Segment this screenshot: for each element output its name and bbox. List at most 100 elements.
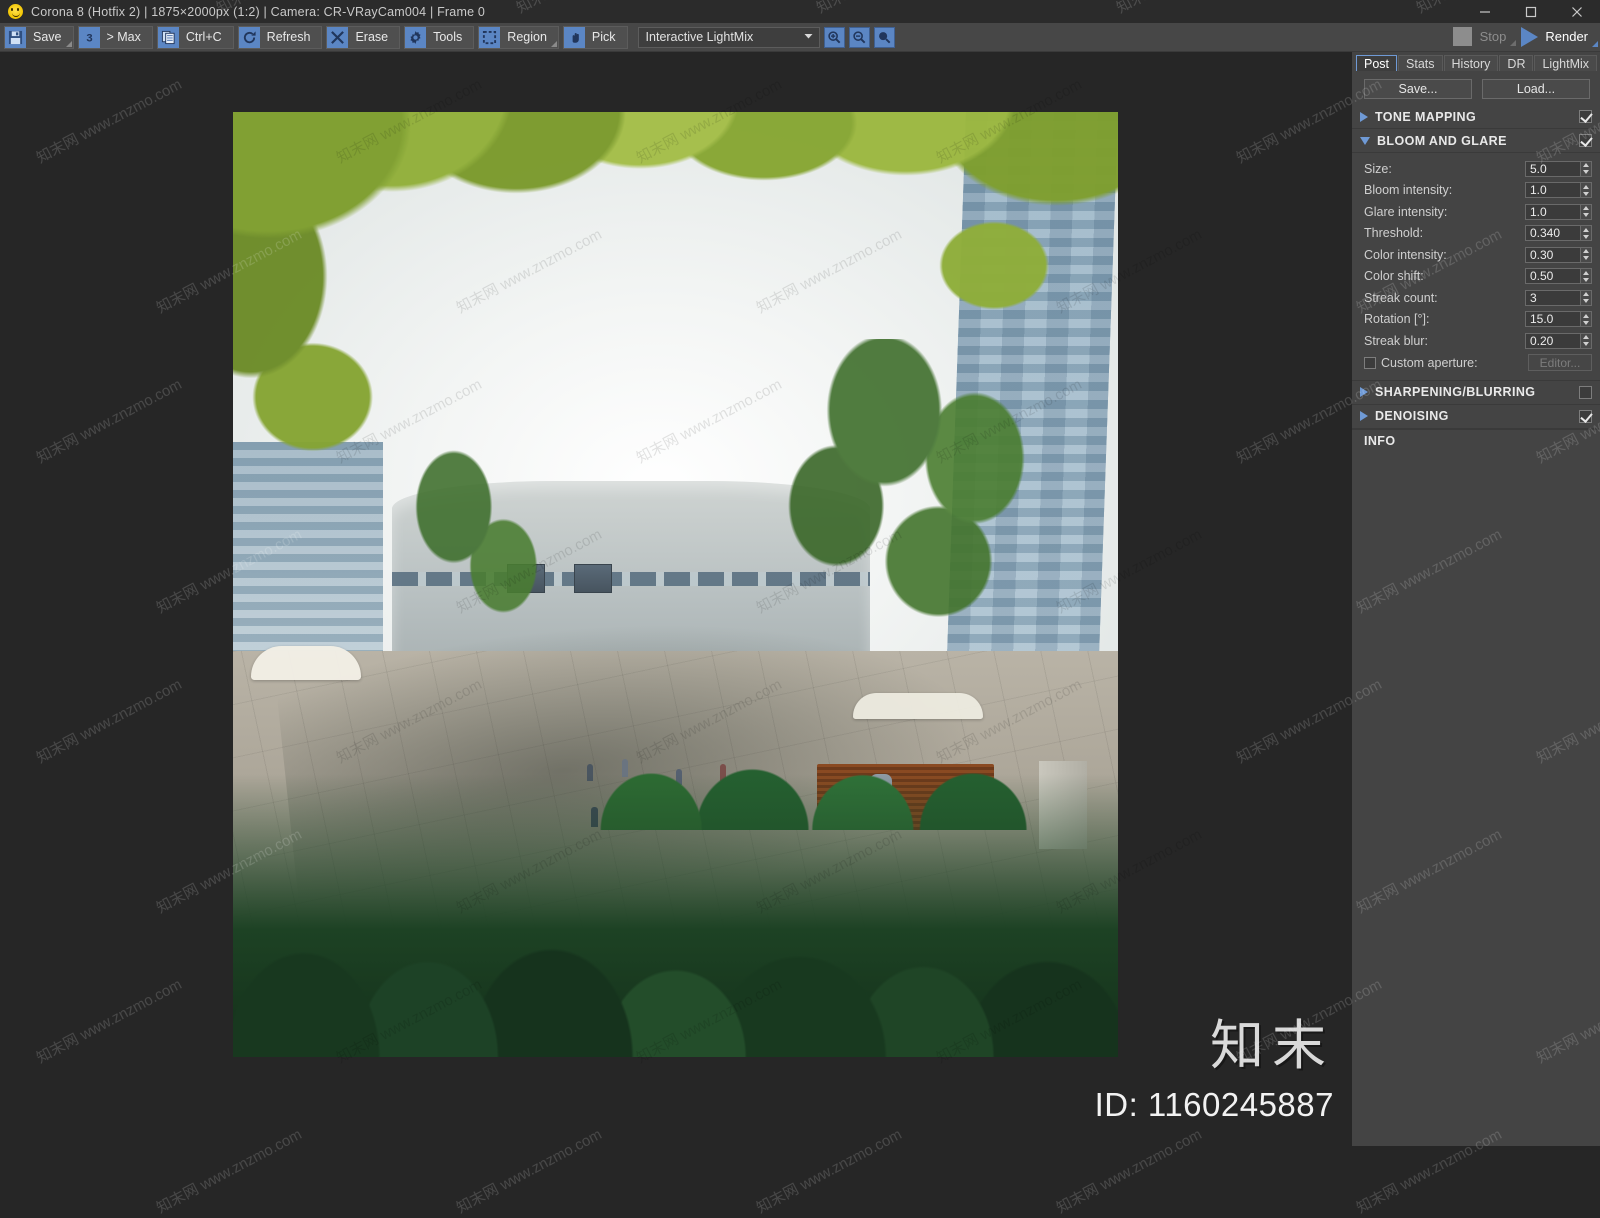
floppy-disk-icon bbox=[5, 26, 26, 48]
param-row-streak-count: Streak count: 3 bbox=[1364, 287, 1592, 309]
param-input-color-shift[interactable]: 0.50 bbox=[1525, 268, 1581, 285]
tab-lightmix-label: LightMix bbox=[1542, 56, 1590, 71]
render-button[interactable]: Render bbox=[1521, 25, 1598, 48]
tab-stats-label: Stats bbox=[1406, 56, 1435, 71]
param-row-streak-blur: Streak blur: 0.20 bbox=[1364, 330, 1592, 352]
window-title: Corona 8 (Hotfix 2) | 1875×2000px (1:2) … bbox=[31, 4, 486, 19]
tab-post[interactable]: Post bbox=[1356, 55, 1398, 71]
post-processing-panel: Post Stats History DR LightMix Save... L… bbox=[1352, 52, 1600, 1146]
section-tone-mapping[interactable]: TONE MAPPING bbox=[1352, 105, 1600, 129]
denoising-checkbox[interactable] bbox=[1579, 409, 1592, 423]
tab-history-label: History bbox=[1451, 56, 1491, 71]
rendered-image[interactable] bbox=[233, 112, 1118, 1057]
gear-icon bbox=[405, 26, 427, 48]
section-denoising[interactable]: DENOISING bbox=[1352, 405, 1600, 429]
window-controls bbox=[1462, 0, 1600, 23]
param-label-color-shift: Color shift: bbox=[1364, 269, 1424, 284]
param-spinner-color-shift[interactable] bbox=[1581, 268, 1592, 285]
brand-watermark: 知末 bbox=[1210, 1014, 1334, 1077]
send-to-max-label: > Max bbox=[106, 30, 141, 44]
preset-save-load-bar: Save... Load... bbox=[1352, 71, 1600, 105]
region-button[interactable]: Region bbox=[478, 25, 559, 49]
lightmix-select[interactable]: Interactive LightMix bbox=[637, 26, 820, 48]
copy-button-label: Ctrl+C bbox=[185, 30, 222, 44]
refresh-button-label: Refresh bbox=[266, 30, 311, 44]
param-input-glare-intensity[interactable]: 1.0 bbox=[1525, 203, 1581, 220]
param-row-custom-aperture: Custom aperture: Editor... bbox=[1364, 352, 1592, 374]
param-spinner-streak-blur[interactable] bbox=[1581, 332, 1592, 349]
region-button-label: Region bbox=[507, 30, 547, 44]
copy-button[interactable]: Ctrl+C bbox=[156, 25, 234, 49]
preset-load-button[interactable]: Load... bbox=[1482, 79, 1590, 99]
param-input-color-intensity[interactable]: 0.30 bbox=[1525, 246, 1581, 263]
param-spinner-rotation[interactable] bbox=[1581, 311, 1592, 328]
param-row-color-intensity: Color intensity: 0.30 bbox=[1364, 244, 1592, 266]
param-row-size: Size: 5.0 bbox=[1364, 158, 1592, 180]
erase-button[interactable]: Erase bbox=[326, 25, 401, 49]
param-spinner-color-intensity[interactable] bbox=[1581, 246, 1592, 263]
minimize-button[interactable] bbox=[1462, 0, 1508, 23]
param-label-rotation: Rotation [°]: bbox=[1364, 312, 1430, 327]
pick-button[interactable]: Pick bbox=[562, 25, 628, 49]
zoom-out-icon[interactable] bbox=[848, 26, 870, 48]
chevron-down-icon[interactable] bbox=[1360, 136, 1370, 145]
send-to-max-button[interactable]: 3 > Max bbox=[77, 25, 153, 49]
main-toolbar: Save 3 > Max Ctrl+C Refresh Erase Tools … bbox=[0, 23, 1600, 52]
param-input-streak-count[interactable]: 3 bbox=[1525, 289, 1581, 306]
chevron-right-icon[interactable] bbox=[1360, 111, 1368, 122]
section-info[interactable]: INFO bbox=[1352, 428, 1600, 453]
custom-aperture-checkbox[interactable] bbox=[1364, 356, 1376, 369]
tree-canopy-top bbox=[233, 112, 1118, 661]
param-input-streak-blur[interactable]: 0.20 bbox=[1525, 332, 1581, 349]
close-button[interactable] bbox=[1554, 0, 1600, 23]
tab-history[interactable]: History bbox=[1443, 55, 1499, 71]
param-label-color-intensity: Color intensity: bbox=[1364, 247, 1447, 262]
chevron-right-icon[interactable] bbox=[1360, 411, 1368, 421]
refresh-icon bbox=[238, 26, 260, 48]
hand-pointer-icon bbox=[563, 26, 585, 48]
section-sharpening-blurring[interactable]: SHARPENING/BLURRING bbox=[1352, 381, 1600, 405]
maximize-button[interactable] bbox=[1508, 0, 1554, 23]
section-bloom-and-glare[interactable]: BLOOM AND GLARE bbox=[1352, 129, 1600, 153]
param-input-rotation[interactable]: 15.0 bbox=[1525, 311, 1581, 328]
param-spinner-glare-intensity[interactable] bbox=[1581, 203, 1592, 220]
custom-aperture-editor-button[interactable]: Editor... bbox=[1528, 354, 1592, 371]
tab-lightmix[interactable]: LightMix bbox=[1534, 55, 1598, 71]
stop-button[interactable]: Stop bbox=[1452, 25, 1518, 48]
param-row-color-shift: Color shift: 0.50 bbox=[1364, 266, 1592, 288]
svg-text:3: 3 bbox=[86, 32, 92, 44]
chevron-right-icon[interactable] bbox=[1360, 387, 1368, 397]
erase-button-label: Erase bbox=[355, 30, 389, 44]
tools-button[interactable]: Tools bbox=[404, 25, 475, 49]
param-spinner-threshold[interactable] bbox=[1581, 225, 1592, 242]
param-spinner-streak-count[interactable] bbox=[1581, 289, 1592, 306]
bloom-and-glare-checkbox[interactable] bbox=[1579, 134, 1592, 147]
sharpening-blurring-checkbox[interactable] bbox=[1579, 385, 1592, 399]
param-spinner-size[interactable] bbox=[1581, 160, 1592, 177]
tab-stats[interactable]: Stats bbox=[1398, 55, 1443, 71]
dashed-region-icon bbox=[479, 26, 501, 48]
param-input-threshold[interactable]: 0.340 bbox=[1525, 225, 1581, 242]
chevron-down-icon bbox=[802, 29, 815, 45]
section-sharpening-blurring-label: SHARPENING/BLURRING bbox=[1375, 385, 1536, 399]
render-canvas[interactable]: 知末 ID: 1160245887 bbox=[0, 53, 1352, 1146]
x-cross-icon bbox=[327, 26, 349, 48]
preset-save-button[interactable]: Save... bbox=[1364, 79, 1472, 99]
tone-mapping-checkbox[interactable] bbox=[1579, 110, 1592, 123]
toolbar-right-group: Stop Render bbox=[1452, 25, 1598, 48]
param-input-bloom-intensity[interactable]: 1.0 bbox=[1525, 182, 1581, 199]
bloom-and-glare-body: Size: 5.0 Bloom intensity: 1.0 Glare int… bbox=[1352, 153, 1600, 380]
refresh-button[interactable]: Refresh bbox=[237, 25, 323, 49]
save-button[interactable]: Save bbox=[4, 25, 74, 49]
tools-button-label: Tools bbox=[433, 30, 463, 44]
section-denoising-label: DENOISING bbox=[1375, 409, 1449, 423]
zoom-reset-icon[interactable] bbox=[873, 26, 895, 48]
param-spinner-bloom-intensity[interactable] bbox=[1581, 182, 1592, 199]
pick-button-label: Pick bbox=[591, 30, 616, 44]
param-row-rotation: Rotation [°]: 15.0 bbox=[1364, 309, 1592, 331]
tab-dr[interactable]: DR bbox=[1499, 55, 1534, 71]
param-row-threshold: Threshold: 0.340 bbox=[1364, 223, 1592, 245]
max-3-icon: 3 bbox=[78, 26, 100, 48]
zoom-in-icon[interactable] bbox=[823, 26, 845, 48]
param-input-size[interactable]: 5.0 bbox=[1525, 160, 1581, 177]
